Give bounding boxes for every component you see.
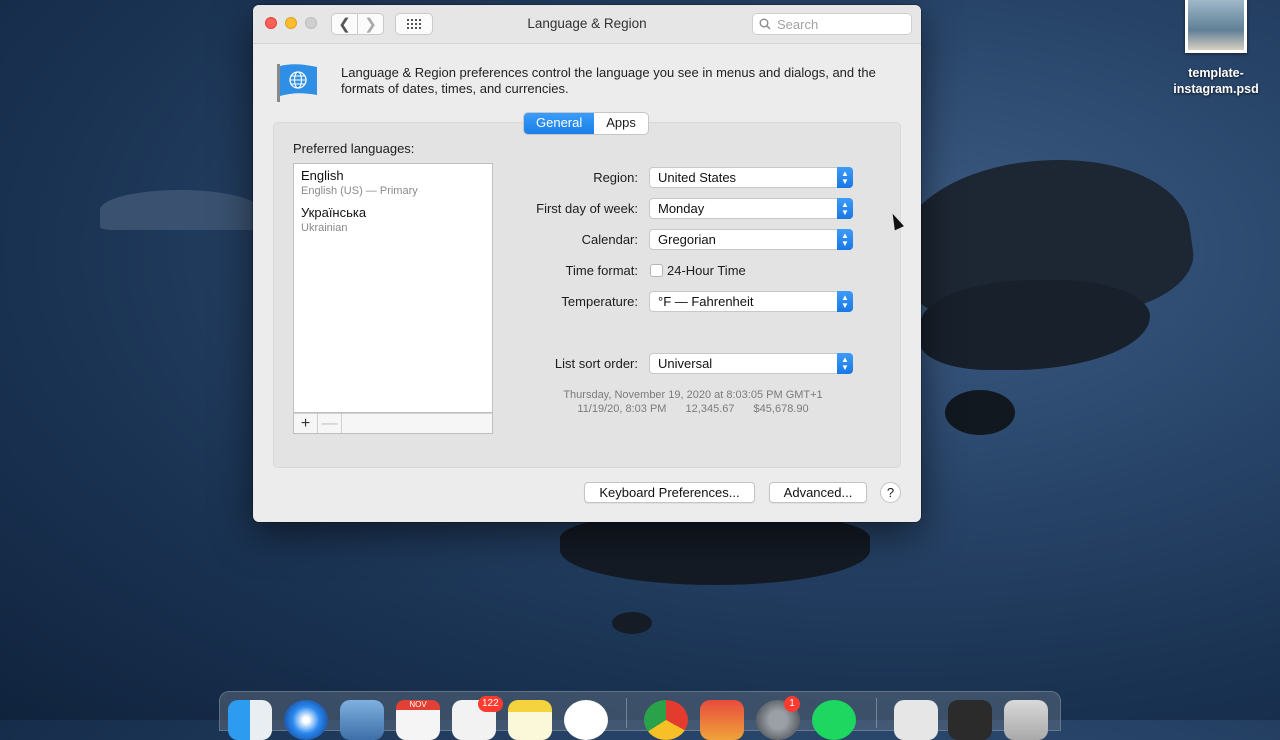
- keyboard-preferences-button[interactable]: Keyboard Preferences...: [584, 482, 755, 503]
- wallpaper-rock: [945, 390, 1015, 435]
- screenshot-folder-icon[interactable]: [948, 700, 992, 740]
- calendar-label: Calendar:: [581, 232, 638, 247]
- temperature-label: Temperature:: [561, 294, 638, 309]
- desktop-file-template-instagram[interactable]: template- instagram.psd: [1166, 0, 1266, 97]
- wallpaper-island: [920, 280, 1150, 370]
- temperature-row: Temperature: °F — Fahrenheit ▲ ▼: [508, 291, 858, 313]
- tab-control: General Apps: [523, 112, 649, 135]
- search-input[interactable]: [775, 15, 909, 33]
- search-icon: [759, 18, 771, 30]
- language-subtitle: English (US) — Primary: [301, 185, 418, 197]
- language-region-window: ❮ ❯ Language & Region Language & Region …: [253, 5, 921, 522]
- region-popup[interactable]: United States ▲ ▼: [649, 167, 853, 188]
- region-row: Region: United States ▲ ▼: [508, 167, 858, 189]
- dock: NOV 122 1: [219, 691, 1061, 740]
- sample-short-date: 11/19/20, 8:03 PM: [577, 403, 667, 415]
- safari-icon[interactable]: [284, 700, 328, 740]
- temperature-popup[interactable]: °F — Fahrenheit ▲ ▼: [649, 291, 853, 312]
- region-value: United States: [658, 170, 737, 185]
- file-thumbnail: [1185, 0, 1247, 53]
- updown-chevron-icon: ▲ ▼: [837, 229, 853, 250]
- system-preferences-icon[interactable]: 1: [756, 696, 800, 740]
- calendar-row: Calendar: Gregorian ▲ ▼: [508, 229, 858, 251]
- tab-general[interactable]: General: [524, 113, 595, 134]
- remove-language-button[interactable]: —: [318, 414, 342, 433]
- time-format-label: Time format:: [565, 263, 638, 278]
- desktop-file-label: template- instagram.psd: [1173, 66, 1259, 96]
- sample-currency: $45,678.90: [753, 403, 809, 415]
- temperature-value: °F — Fahrenheit: [658, 294, 754, 309]
- search-field[interactable]: [752, 13, 912, 35]
- system-preferences-badge: 1: [784, 696, 800, 712]
- wallpaper-rock: [612, 612, 652, 634]
- chrome-icon[interactable]: [644, 700, 688, 740]
- slack-icon[interactable]: [564, 700, 608, 740]
- dock-separator: [876, 698, 877, 728]
- language-subtitle: Ukrainian: [301, 222, 348, 234]
- calendar-icon[interactable]: NOV: [396, 700, 440, 740]
- 24-hour-label[interactable]: 24-Hour Time: [667, 263, 746, 278]
- language-region-icon: [277, 64, 317, 102]
- mail-icon[interactable]: [340, 700, 384, 740]
- notes-icon[interactable]: [508, 700, 552, 740]
- dock-separator: [626, 698, 627, 728]
- sort-order-value: Universal: [658, 356, 713, 371]
- sample-number: 12,345.67: [685, 403, 735, 415]
- title-bar: ❮ ❯ Language & Region: [253, 5, 921, 44]
- list-item[interactable]: Українська Ukrainian: [294, 201, 492, 238]
- calendar-value: Gregorian: [658, 232, 716, 247]
- first-day-value: Monday: [658, 201, 705, 216]
- add-language-button[interactable]: +: [294, 414, 318, 433]
- screen-recorder-icon[interactable]: [700, 700, 744, 740]
- reminders-badge: 122: [478, 696, 503, 712]
- sort-order-popup[interactable]: Universal ▲ ▼: [649, 353, 853, 374]
- updown-chevron-icon: ▲ ▼: [837, 291, 853, 312]
- finder-icon[interactable]: [228, 700, 272, 740]
- updown-chevron-icon: ▲ ▼: [837, 167, 853, 188]
- sample-formats: 11/19/20, 8:03 PM 12,345.67 $45,678.90: [508, 402, 878, 416]
- wallpaper-rocks: [560, 515, 870, 585]
- pane-description: Language & Region preferences control th…: [341, 65, 876, 96]
- preferred-languages-label: Preferred languages:: [293, 141, 415, 156]
- wallpaper-island: [100, 190, 260, 230]
- sort-order-label: List sort order:: [554, 356, 638, 371]
- updown-chevron-icon: ▲ ▼: [837, 198, 853, 219]
- sample-long-date: Thursday, November 19, 2020 at 8:03:05 P…: [563, 389, 823, 401]
- first-day-popup[interactable]: Monday ▲ ▼: [649, 198, 853, 219]
- language-name: Українська: [301, 205, 367, 220]
- spotify-icon[interactable]: [812, 700, 856, 740]
- tab-apps[interactable]: Apps: [594, 113, 648, 134]
- trash-icon[interactable]: [1004, 700, 1048, 740]
- region-label: Region:: [593, 170, 638, 185]
- language-list[interactable]: English English (US) — Primary Українськ…: [293, 163, 493, 413]
- document-icon[interactable]: [894, 700, 938, 740]
- language-name: English: [301, 168, 344, 183]
- first-day-label: First day of week:: [536, 201, 638, 216]
- advanced-button[interactable]: Advanced...: [769, 482, 867, 503]
- 24-hour-checkbox[interactable]: [650, 264, 663, 277]
- updown-chevron-icon: ▲ ▼: [837, 353, 853, 374]
- list-item[interactable]: English English (US) — Primary: [294, 164, 492, 201]
- list-controls: + —: [293, 413, 493, 434]
- reminders-icon[interactable]: 122: [452, 696, 503, 740]
- time-format-row: Time format: 24-Hour Time: [508, 260, 858, 282]
- sort-order-row: List sort order: Universal ▲ ▼: [508, 353, 858, 375]
- calendar-popup[interactable]: Gregorian ▲ ▼: [649, 229, 853, 250]
- help-button[interactable]: ?: [880, 482, 901, 503]
- first-day-row: First day of week: Monday ▲ ▼: [508, 198, 858, 220]
- calendar-month: NOV: [396, 700, 440, 710]
